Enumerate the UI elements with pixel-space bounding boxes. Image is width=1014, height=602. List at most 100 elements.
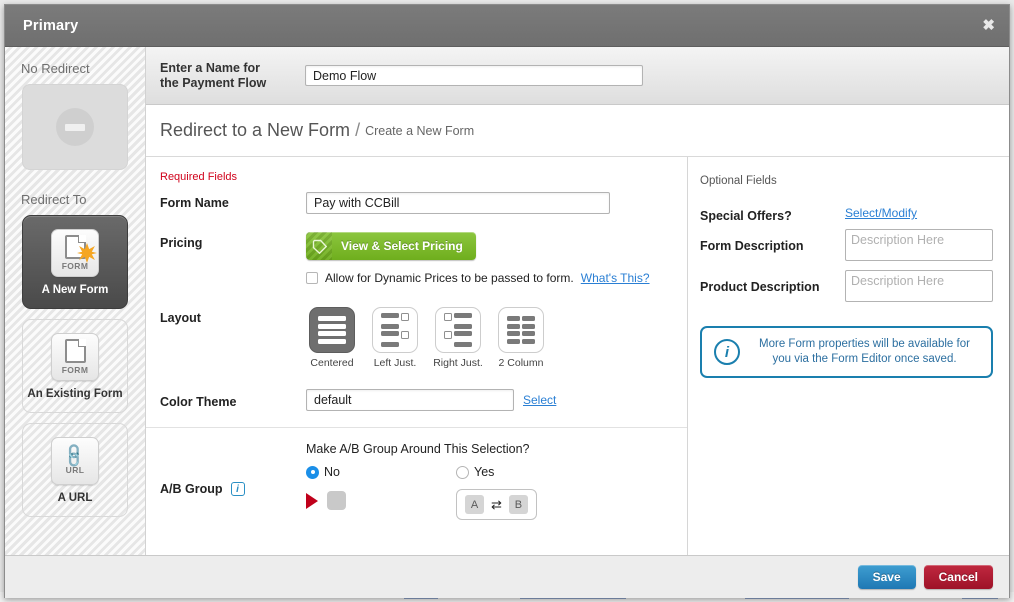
color-theme-select-link[interactable]: Select [523, 393, 556, 407]
layout-option-label: 2 Column [498, 357, 544, 369]
color-theme-row: Color Theme Select [146, 369, 687, 411]
breadcrumb-primary: Redirect to a New Form [160, 120, 351, 140]
page-title: Primary [23, 17, 79, 34]
layout-row: Layout Centered Left Just. Right Just. 2… [146, 285, 687, 369]
layout-option-right-just[interactable]: Right Just. [432, 307, 484, 369]
price-tag-icon [306, 232, 332, 260]
layout-right-justified-icon [435, 307, 481, 353]
special-offers-select-modify-link[interactable]: Select/Modify [845, 206, 917, 220]
no-entry-icon [56, 108, 94, 146]
special-offers-label: Special Offers? [700, 209, 792, 223]
layout-options: Centered Left Just. Right Just. 2 Column [306, 307, 547, 369]
form-name-input[interactable] [306, 192, 610, 214]
sidebar-section-no-redirect-label: No Redirect [21, 61, 90, 76]
ab-radio-yes[interactable]: Yes [456, 465, 606, 479]
sidebar-item-no-redirect[interactable] [22, 84, 128, 170]
payment-flow-name-row: Enter a Name for the Payment Flow [146, 47, 1009, 105]
primary-modal-window: Primary ✖ No Redirect Redirect To FORM A… [4, 4, 1010, 598]
note-line1: More Form properties will be available f… [759, 338, 970, 350]
form-editor-note: i More Form properties will be available… [700, 326, 993, 378]
ab-group-option-no: No [306, 465, 456, 520]
payment-flow-name-label: Enter a Name for the Payment Flow [160, 61, 305, 91]
save-button[interactable]: Save [857, 565, 916, 589]
optional-fields-pane: Optional Fields Special Offers? Select/M… [688, 157, 1009, 555]
special-offers-row: Special Offers? Select/Modify [700, 206, 993, 223]
payment-flow-name-input[interactable] [305, 65, 643, 86]
sidebar-item-an-existing-form[interactable]: FORM An Existing Form [22, 319, 128, 413]
view-select-pricing-button[interactable]: View & Select Pricing [306, 232, 476, 260]
dynamic-prices-label: Allow for Dynamic Prices to be passed to… [325, 271, 574, 285]
modal-titlebar: Primary ✖ [5, 5, 1009, 47]
sidebar-item-label: An Existing Form [27, 387, 123, 400]
ab-key-a: A [465, 495, 484, 514]
modal-footer: Save Cancel [5, 555, 1009, 598]
ab-group-label: A/B Group [160, 482, 223, 496]
ab-group-section: A/B Group i Make A/B Group Around This S… [146, 428, 687, 520]
preview-placeholder-box [327, 491, 346, 510]
close-icon[interactable]: ✖ [982, 18, 995, 33]
sidebar-item-a-new-form[interactable]: FORM A New Form [22, 215, 128, 309]
breadcrumb-secondary: Create a New Form [365, 123, 475, 138]
layout-option-label: Right Just. [433, 357, 483, 369]
payment-flow-label-line2: the Payment Flow [160, 75, 267, 90]
sidebar-item-label: A New Form [41, 283, 109, 296]
required-fields-heading: Required Fields [160, 171, 238, 183]
required-fields-pane: Required Fields Form Name Pricing [146, 157, 688, 555]
form-description-textarea[interactable] [845, 229, 993, 261]
layout-option-label: Centered [310, 357, 354, 369]
info-icon[interactable]: i [230, 482, 245, 496]
layout-option-left-just[interactable]: Left Just. [369, 307, 421, 369]
pricing-label: Pricing [160, 236, 203, 250]
main-content: Enter a Name for the Payment Flow Redire… [146, 47, 1009, 555]
product-description-row: Product Description [700, 270, 993, 302]
form-name-label: Form Name [160, 196, 229, 210]
product-description-label: Product Description [700, 280, 820, 294]
ab-key-b: B [508, 495, 528, 514]
chain-link-icon: 🔗 URL [51, 436, 99, 485]
pricing-row: Pricing View & Select Pricing Allow for … [146, 214, 687, 285]
new-star-icon [77, 242, 97, 263]
ab-radio-no[interactable]: No [306, 465, 456, 479]
color-theme-input[interactable] [306, 389, 514, 411]
form-icon-caption: FORM [61, 261, 89, 271]
info-circle-icon: i [714, 339, 740, 365]
ab-group-options: No Yes A ⇄ B [306, 465, 606, 520]
form-editor-note-text: More Form properties will be available f… [750, 337, 979, 367]
payment-flow-label-line1: Enter a Name for [160, 60, 261, 75]
dynamic-prices-row: Allow for Dynamic Prices to be passed to… [306, 271, 650, 285]
radio-yes-label: Yes [474, 465, 495, 479]
pricing-button-label: View & Select Pricing [341, 239, 463, 253]
ab-group-option-yes: Yes A ⇄ B [456, 465, 606, 520]
layout-left-justified-icon [372, 307, 418, 353]
optional-fields-heading: Optional Fields [700, 175, 777, 187]
ab-swap-widget[interactable]: A ⇄ B [456, 489, 537, 520]
form-description-label: Form Description [700, 239, 804, 253]
sidebar-item-label: A URL [57, 491, 93, 504]
dynamic-prices-checkbox[interactable] [306, 272, 318, 284]
layout-option-2-column[interactable]: 2 Column [495, 307, 547, 369]
layout-label: Layout [160, 311, 201, 325]
whats-this-link[interactable]: What's This? [581, 271, 650, 285]
radio-no[interactable] [306, 465, 319, 479]
product-description-textarea[interactable] [845, 270, 993, 302]
modal-body: No Redirect Redirect To FORM A New Form [5, 47, 1009, 555]
red-play-triangle-icon [306, 492, 318, 509]
radio-no-label: No [324, 465, 340, 479]
sidebar-section-redirect-to-label: Redirect To [21, 192, 87, 207]
sidebar-item-a-url[interactable]: 🔗 URL A URL [22, 423, 128, 517]
note-line2: you via the Form Editor once saved. [772, 353, 957, 365]
form-panes: Required Fields Form Name Pricing [146, 157, 1009, 555]
redirect-type-sidebar: No Redirect Redirect To FORM A New Form [5, 47, 146, 555]
ab-no-preview [306, 491, 456, 510]
form-document-icon: FORM [51, 332, 99, 381]
ab-group-question: Make A/B Group Around This Selection? [306, 442, 530, 456]
layout-option-centered[interactable]: Centered [306, 307, 358, 369]
layout-centered-icon [309, 307, 355, 353]
swap-arrows-icon: ⇄ [491, 497, 502, 512]
form-description-row: Form Description [700, 229, 993, 261]
cancel-button[interactable]: Cancel [923, 565, 993, 589]
breadcrumb: Redirect to a New Form / Create a New Fo… [146, 105, 1009, 157]
radio-yes[interactable] [456, 465, 469, 479]
layout-two-column-icon [498, 307, 544, 353]
form-icon-caption: FORM [61, 365, 89, 375]
